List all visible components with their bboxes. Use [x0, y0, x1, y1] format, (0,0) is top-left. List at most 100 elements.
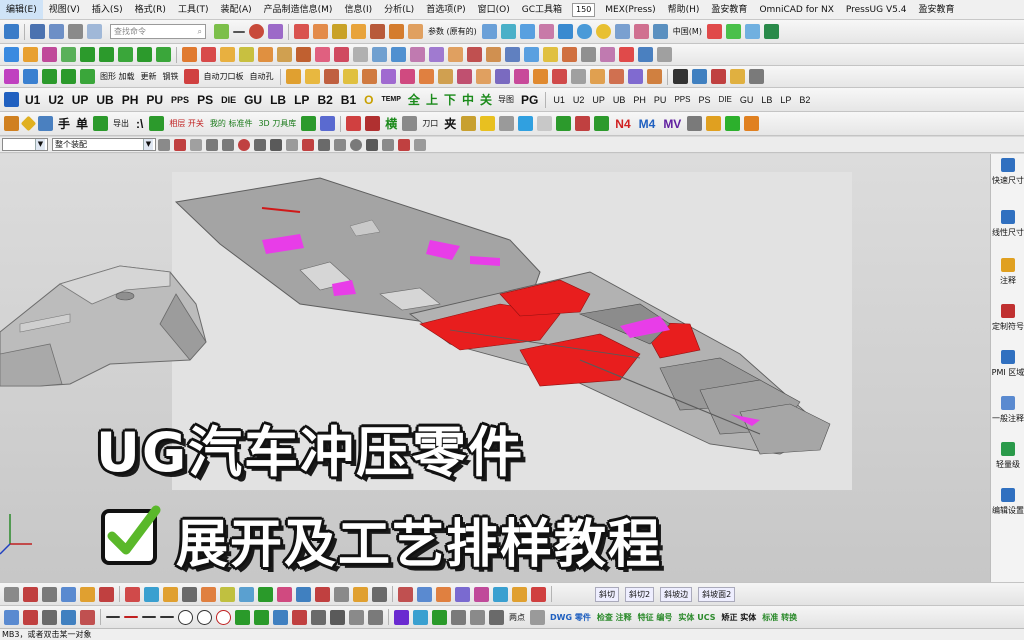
sketch-icon[interactable]	[481, 24, 497, 39]
block-a-icon[interactable]	[323, 69, 339, 84]
explode-icon[interactable]	[61, 47, 76, 62]
menu-item[interactable]: 盈安教育	[705, 0, 753, 19]
edit-settings-item[interactable]: 编辑设置	[991, 488, 1024, 516]
cmd-green-2-icon[interactable]	[99, 47, 114, 62]
block-r-icon[interactable]	[646, 69, 662, 84]
cut-icon[interactable]	[68, 24, 83, 39]
snap-page-icon[interactable]	[414, 138, 426, 151]
btn-path[interactable]: :\	[136, 117, 143, 131]
feature-g-icon[interactable]	[239, 586, 254, 602]
trim-b-icon[interactable]	[499, 116, 515, 131]
spring-icon[interactable]	[461, 116, 477, 131]
btn-u1-small[interactable]: U1	[553, 95, 565, 105]
btn-gu[interactable]: GU	[244, 93, 262, 107]
feature-a-icon[interactable]	[125, 586, 140, 602]
btn-ps-small[interactable]: PS	[698, 95, 710, 105]
btn-b2-small[interactable]: B2	[799, 95, 810, 105]
block-h-icon[interactable]	[456, 69, 472, 84]
bend-icon[interactable]	[239, 47, 254, 62]
measure-icon[interactable]	[706, 24, 722, 39]
arrow-left-icon[interactable]	[4, 586, 19, 602]
menu-item[interactable]: 编辑(E)	[0, 0, 43, 19]
curve-icon[interactable]	[268, 24, 283, 39]
btn-single[interactable]: 单	[76, 115, 88, 132]
drawn-icon[interactable]	[391, 47, 406, 62]
draw-line-icon[interactable]	[106, 616, 120, 618]
menu-item[interactable]: 插入(S)	[86, 0, 129, 19]
btn-up[interactable]: UP	[72, 93, 89, 107]
cube-blue-icon[interactable]	[518, 116, 534, 131]
offset-icon[interactable]	[408, 24, 423, 39]
snap-arc-icon[interactable]	[366, 138, 378, 151]
bars-icon[interactable]	[365, 116, 381, 131]
menu-item[interactable]: 首选项(P)	[420, 0, 471, 19]
rapid-dimension-item[interactable]: 快速尺寸	[991, 158, 1024, 186]
cmd-green-11-icon[interactable]	[301, 116, 317, 131]
steel-label[interactable]: 钢铁	[163, 71, 179, 82]
snap-tangent-icon[interactable]	[254, 138, 266, 151]
draw-fillet-icon[interactable]	[292, 609, 307, 625]
select-all-icon[interactable]	[174, 138, 186, 151]
feature-t-icon[interactable]	[493, 586, 508, 602]
brush-icon[interactable]	[691, 69, 707, 84]
flat-icon[interactable]	[543, 47, 558, 62]
btn-n4[interactable]: N4	[615, 117, 630, 131]
draw-mirror-icon[interactable]	[349, 609, 364, 625]
menu-item[interactable]: PressUG V5.4	[840, 0, 913, 19]
cmd-blue-icon[interactable]	[320, 116, 336, 131]
custom-symbol-item[interactable]: 定制符号	[991, 304, 1024, 332]
snap-end-icon[interactable]	[206, 138, 218, 151]
draw-circle-c-icon[interactable]	[216, 609, 231, 625]
sketch-c-icon[interactable]	[42, 609, 57, 625]
btn-up-small[interactable]: UP	[592, 95, 605, 105]
btn-3d-tool[interactable]: 3D 刀具库	[258, 118, 296, 129]
note-item[interactable]: 注释	[991, 258, 1024, 286]
slope-edge-label[interactable]: 斜坡边	[660, 586, 693, 602]
draw-line-b-icon[interactable]	[142, 616, 156, 618]
plate-icon[interactable]	[304, 69, 320, 84]
feature-o-icon[interactable]	[398, 586, 413, 602]
block-f-icon[interactable]	[418, 69, 434, 84]
btn-guide[interactable]: 导图	[498, 94, 514, 105]
copy-icon[interactable]	[87, 24, 102, 39]
extrude-icon[interactable]	[294, 24, 309, 39]
btn-layer-toggle[interactable]: 相层 开关	[169, 118, 204, 129]
corner-icon[interactable]	[296, 47, 311, 62]
menu-item[interactable]: 产品制造信息(M)	[258, 0, 339, 19]
btn-ub[interactable]: UB	[96, 93, 113, 107]
trim-icon[interactable]	[389, 24, 404, 39]
btn-die[interactable]: DIE	[221, 95, 236, 105]
thicken-icon[interactable]	[633, 24, 649, 39]
blend-icon[interactable]	[351, 24, 366, 39]
feature-q-icon[interactable]	[436, 586, 451, 602]
btn-ph[interactable]: PH	[122, 93, 139, 107]
btn-ub-small[interactable]: UB	[613, 95, 626, 105]
block-g-icon[interactable]	[437, 69, 453, 84]
block-o-icon[interactable]	[589, 69, 605, 84]
menu-item[interactable]: 工具(T)	[172, 0, 215, 19]
type-filter-dropdown[interactable]: ▼	[2, 138, 48, 151]
draw-circle-b-icon[interactable]	[197, 609, 212, 625]
btn-pu-small[interactable]: PU	[654, 95, 667, 105]
stop-icon[interactable]	[346, 116, 362, 131]
wave-tool-icon[interactable]	[413, 609, 428, 625]
btn-u2-small[interactable]: U2	[573, 95, 585, 105]
block-j-icon[interactable]	[494, 69, 510, 84]
pattern-icon[interactable]	[652, 24, 668, 39]
btn-pps-small[interactable]: PPS	[674, 95, 690, 104]
btn-clamp[interactable]: 夹	[444, 115, 456, 132]
block-l-icon[interactable]	[532, 69, 548, 84]
pmi-region-item[interactable]: PMI 区域	[991, 350, 1024, 378]
snap-point-icon[interactable]	[286, 138, 298, 151]
redo-icon[interactable]	[49, 24, 64, 39]
btn-temp[interactable]: TEMP	[381, 96, 400, 103]
menu-item[interactable]: 盈安教育	[912, 0, 960, 19]
menu-item[interactable]: 分析(L)	[378, 0, 420, 19]
zoom-dropdown[interactable]: 150	[572, 2, 596, 17]
cmd-green-7-icon[interactable]	[61, 69, 76, 84]
auto-hole-label[interactable]: 自动孔	[250, 71, 274, 82]
menu-item[interactable]: 格式(R)	[129, 0, 172, 19]
feature-c-icon[interactable]	[163, 586, 178, 602]
sketch-d-icon[interactable]	[80, 609, 95, 625]
menu-item[interactable]: MEX(Press)	[599, 0, 661, 19]
